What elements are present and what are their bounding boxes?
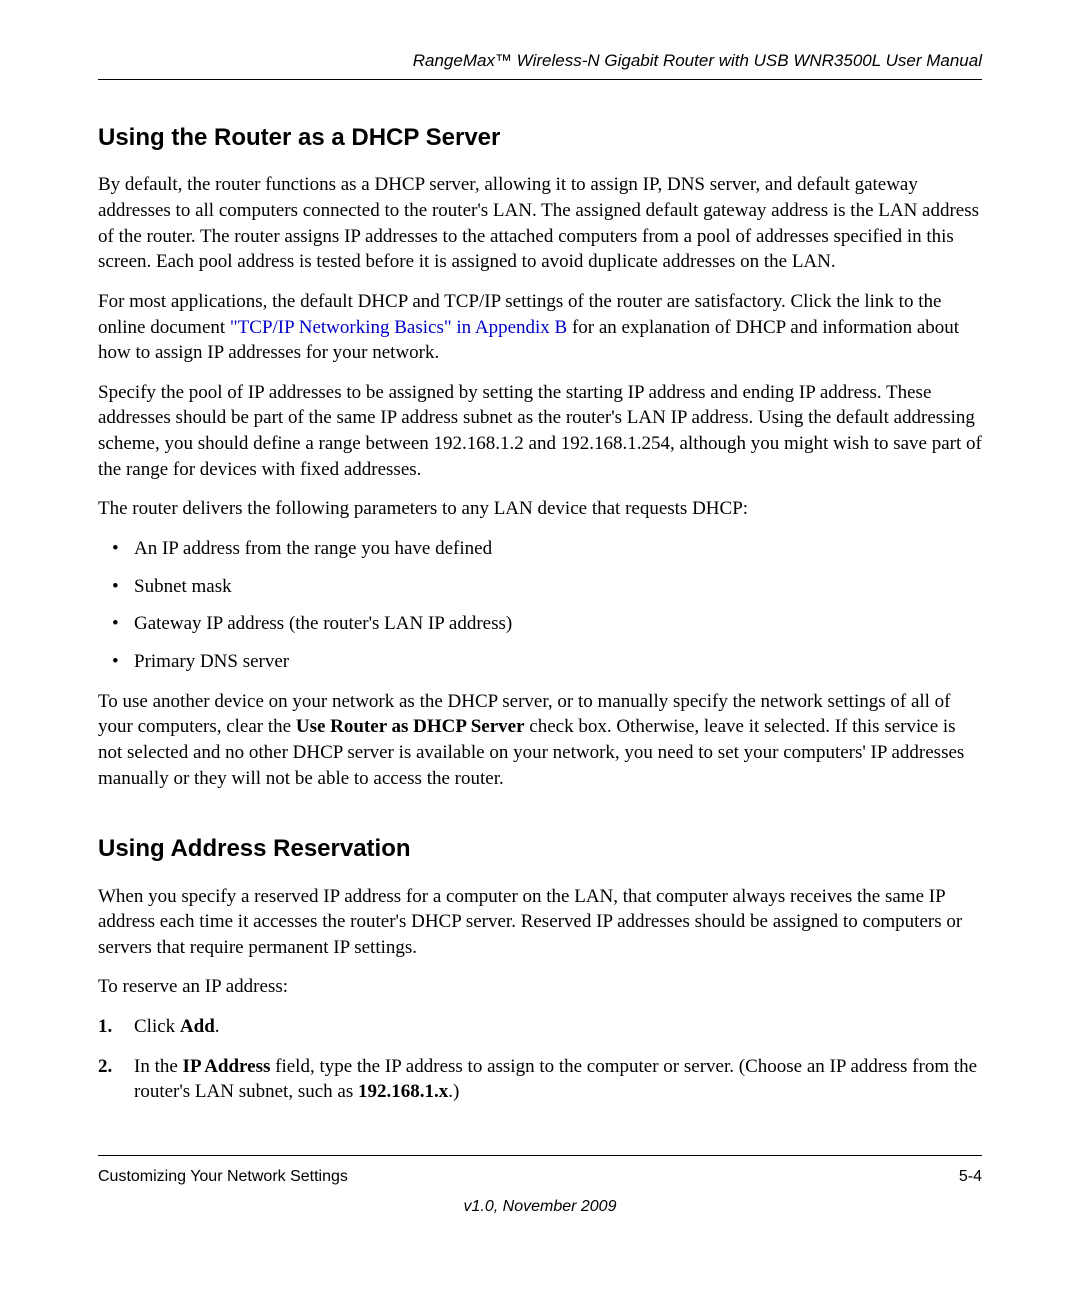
list-item: In the IP Address field, type the IP add… xyxy=(98,1054,982,1105)
page-header: RangeMax™ Wireless-N Gigabit Router with… xyxy=(98,50,982,80)
section-heading-dhcp: Using the Router as a DHCP Server xyxy=(98,122,982,154)
footer: Customizing Your Network Settings 5-4 v1… xyxy=(98,1155,982,1217)
list-item: Subnet mask xyxy=(98,574,982,600)
footer-version: v1.0, November 2009 xyxy=(98,1196,982,1218)
body-paragraph: For most applications, the default DHCP … xyxy=(98,289,982,366)
text-run: .) xyxy=(448,1081,459,1102)
text-run: Click xyxy=(134,1016,180,1037)
bold-text: 192.168.1.x xyxy=(358,1081,448,1102)
section-heading-reservation: Using Address Reservation xyxy=(98,833,982,865)
bold-text: IP Address xyxy=(183,1056,271,1077)
body-paragraph: By default, the router functions as a DH… xyxy=(98,172,982,275)
body-paragraph: The router delivers the following parame… xyxy=(98,496,982,522)
bullet-list: An IP address from the range you have de… xyxy=(98,536,982,675)
link-appendix-b[interactable]: "TCP/IP Networking Basics" in Appendix B xyxy=(230,317,567,338)
body-paragraph: Specify the pool of IP addresses to be a… xyxy=(98,380,982,483)
bold-text: Add xyxy=(180,1016,215,1037)
list-item: Click Add. xyxy=(98,1014,982,1040)
list-item: Gateway IP address (the router's LAN IP … xyxy=(98,611,982,637)
body-paragraph: When you specify a reserved IP address f… xyxy=(98,884,982,961)
body-paragraph: To use another device on your network as… xyxy=(98,689,982,792)
footer-section-name: Customizing Your Network Settings xyxy=(98,1166,348,1188)
text-run: In the xyxy=(134,1056,183,1077)
list-item: An IP address from the range you have de… xyxy=(98,536,982,562)
footer-page-number: 5-4 xyxy=(959,1166,982,1188)
bold-text: Use Router as DHCP Server xyxy=(296,716,525,737)
list-item: Primary DNS server xyxy=(98,649,982,675)
text-run: . xyxy=(215,1016,220,1037)
body-paragraph: To reserve an IP address: xyxy=(98,974,982,1000)
ordered-steps: Click Add. In the IP Address field, type… xyxy=(98,1014,982,1105)
